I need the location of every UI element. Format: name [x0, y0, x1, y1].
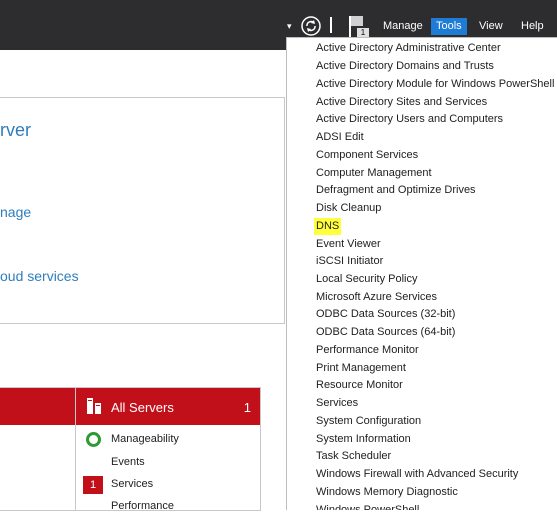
events-label: Events: [111, 456, 145, 468]
add-servers-to-manage-link[interactable]: nage: [0, 204, 31, 220]
performance-row[interactable]: Performance: [76, 497, 260, 517]
menu-item-computer-management[interactable]: Computer Management: [316, 165, 432, 182]
menu-item-iscsi-initiator[interactable]: iSCSI Initiator: [316, 253, 383, 270]
menu-item-services[interactable]: Services: [316, 395, 358, 412]
menu-item-ad-users-computers[interactable]: Active Directory Users and Computers: [316, 111, 503, 128]
navigation-dropdown-icon[interactable]: ▾: [287, 21, 292, 32]
menu-item-ad-admin-center[interactable]: Active Directory Administrative Center: [316, 40, 501, 57]
connect-cloud-services-link[interactable]: oud services: [0, 268, 79, 284]
menu-item-performance-monitor[interactable]: Performance Monitor: [316, 342, 419, 359]
status-ok-icon: [86, 432, 101, 447]
menu-help[interactable]: Help: [516, 18, 549, 35]
header-separator: [330, 17, 332, 33]
tools-dropdown-menu: Active Directory Administrative Center A…: [286, 37, 557, 510]
menu-item-memory-diagnostic[interactable]: Windows Memory Diagnostic: [316, 484, 458, 501]
events-row[interactable]: Events: [76, 453, 260, 473]
menu-item-system-configuration[interactable]: System Configuration: [316, 413, 421, 430]
menu-item-azure-services[interactable]: Microsoft Azure Services: [316, 289, 437, 306]
refresh-icon[interactable]: [301, 16, 321, 36]
server-icon: [87, 398, 101, 414]
menu-item-ad-powershell-module[interactable]: Active Directory Module for Windows Powe…: [316, 76, 554, 93]
menu-item-local-security-policy[interactable]: Local Security Policy: [316, 271, 418, 288]
all-servers-tile-header[interactable]: All Servers 1: [76, 388, 260, 425]
services-alert-count: 1: [83, 476, 103, 494]
all-servers-title: All Servers: [111, 400, 174, 415]
all-servers-tile[interactable]: All Servers 1 Manageability Events 1 Ser…: [75, 387, 261, 512]
menu-item-task-scheduler[interactable]: Task Scheduler: [316, 448, 391, 465]
menu-tools[interactable]: Tools: [431, 18, 467, 35]
configure-server-link[interactable]: rver: [0, 120, 31, 141]
menu-item-print-management[interactable]: Print Management: [316, 360, 406, 377]
menu-item-windows-firewall[interactable]: Windows Firewall with Advanced Security: [316, 466, 518, 483]
menu-manage[interactable]: Manage: [378, 18, 428, 35]
manageability-label: Manageability: [111, 433, 179, 445]
menu-item-defragment[interactable]: Defragment and Optimize Drives: [316, 182, 476, 199]
performance-label: Performance: [111, 500, 174, 512]
menu-item-ad-domains-trusts[interactable]: Active Directory Domains and Trusts: [316, 58, 494, 75]
services-label: Services: [111, 478, 154, 490]
menu-item-odbc-64[interactable]: ODBC Data Sources (64-bit): [316, 324, 455, 341]
menu-item-odbc-32[interactable]: ODBC Data Sources (32-bit): [316, 306, 455, 323]
menu-item-event-viewer[interactable]: Event Viewer: [316, 236, 381, 253]
all-servers-count: 1: [243, 400, 251, 415]
menu-item-resource-monitor[interactable]: Resource Monitor: [316, 377, 403, 394]
menu-item-disk-cleanup[interactable]: Disk Cleanup: [316, 200, 381, 217]
manageability-row[interactable]: Manageability: [76, 430, 260, 450]
menu-item-system-information[interactable]: System Information: [316, 431, 411, 448]
menu-item-ad-sites-services[interactable]: Active Directory Sites and Services: [316, 94, 487, 111]
quick-start-panel: [0, 97, 285, 324]
menu-view[interactable]: View: [474, 18, 508, 35]
services-row[interactable]: 1 Services: [76, 475, 260, 495]
menu-item-component-services[interactable]: Component Services: [316, 147, 418, 164]
menu-item-adsi-edit[interactable]: ADSI Edit: [316, 129, 364, 146]
menu-item-dns[interactable]: DNS: [314, 218, 342, 235]
